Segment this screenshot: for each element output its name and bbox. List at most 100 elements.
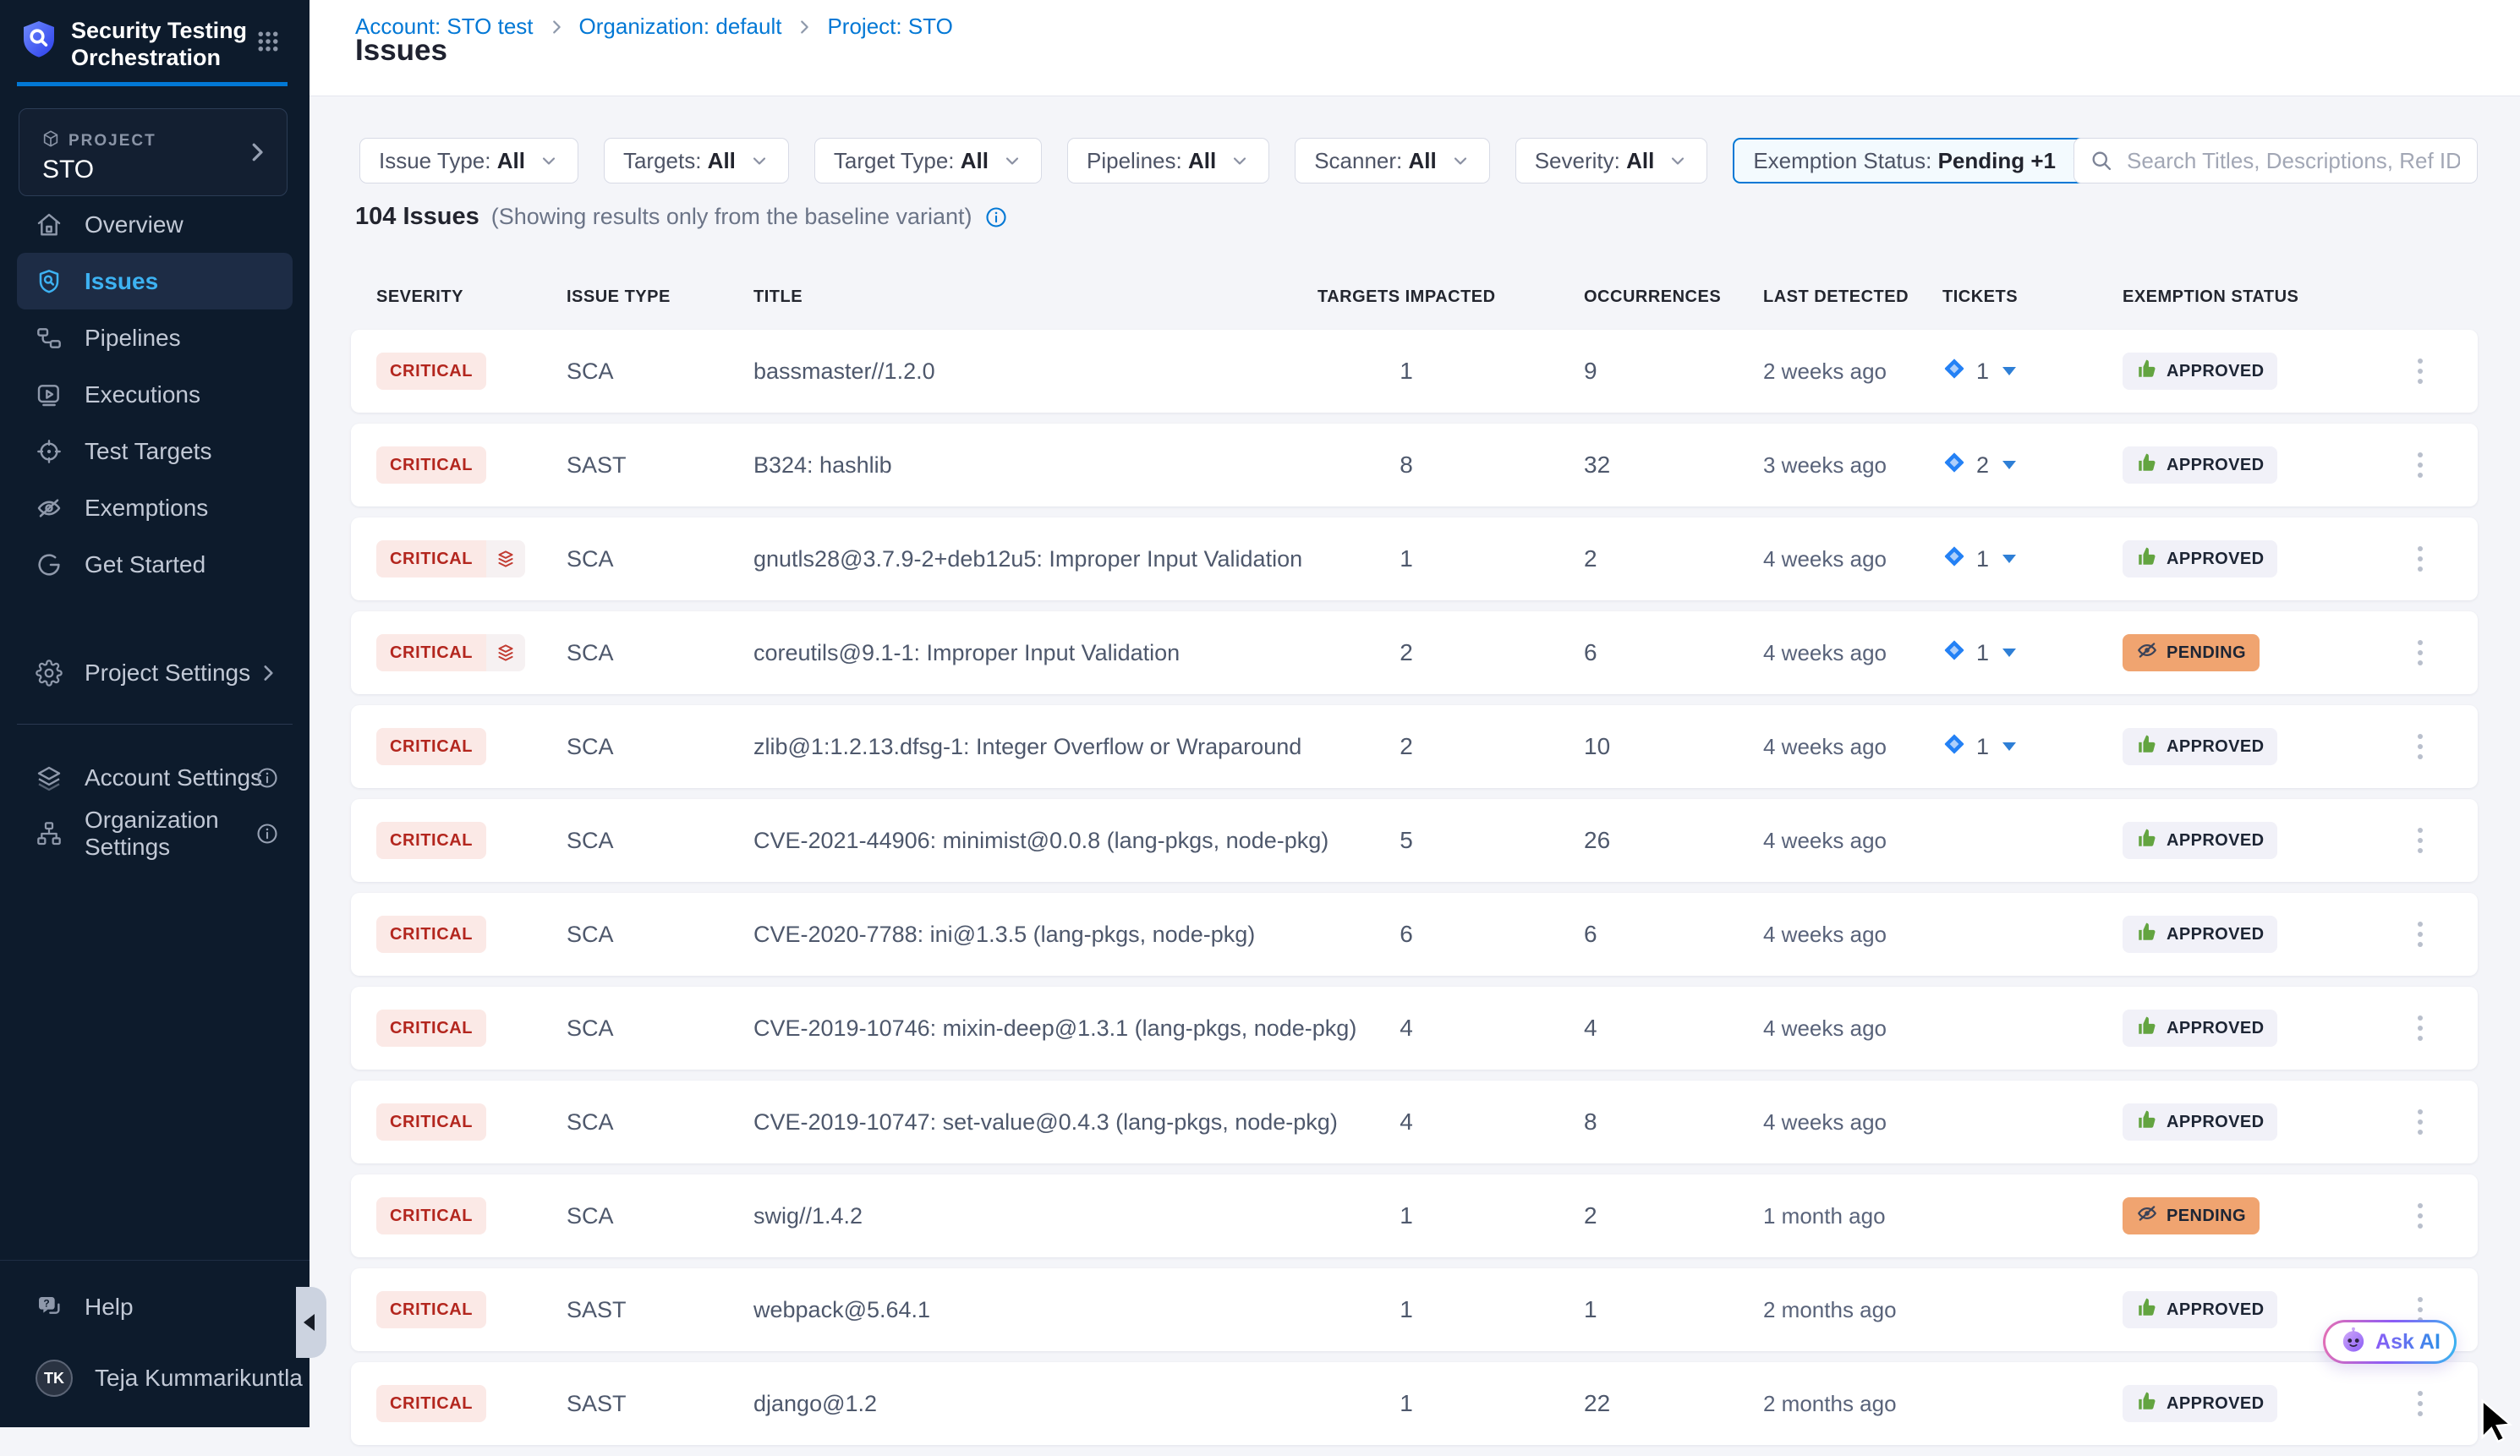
- table-row[interactable]: CRITICAL SCA CVE-2020-7788: ini@1.3.5 (l…: [351, 893, 2478, 976]
- sidebar-item-pipelines[interactable]: Pipelines: [0, 309, 310, 366]
- last-detected-cell: 2 weeks ago: [1763, 330, 1887, 413]
- ticket-dropdown-caret-icon[interactable]: [2002, 461, 2016, 469]
- row-menu-button[interactable]: [2402, 330, 2439, 413]
- shield-search-icon: [36, 268, 63, 295]
- severity-badge: CRITICAL: [376, 1010, 486, 1047]
- sidebar-item-exemptions[interactable]: Exemptions: [0, 479, 310, 536]
- filter-pipelines[interactable]: Pipelines: All: [1067, 138, 1269, 183]
- row-menu-button[interactable]: [2402, 987, 2439, 1070]
- targets-impacted-cell: 8: [1318, 424, 1495, 506]
- breadcrumb-link[interactable]: Organization: default: [579, 14, 782, 40]
- module-grid-icon[interactable]: [255, 29, 281, 58]
- row-menu-button[interactable]: [2402, 611, 2439, 694]
- row-menu-button[interactable]: [2402, 1081, 2439, 1163]
- filter-label: Targets: All: [623, 148, 736, 174]
- table-row[interactable]: CRITICAL SCA zlib@1:1.2.13.dfsg-1: Integ…: [351, 705, 2478, 788]
- breadcrumb-link[interactable]: Project: STO: [827, 14, 952, 40]
- issue-title-cell[interactable]: CVE-2020-7788: ini@1.3.5 (lang-pkgs, nod…: [753, 893, 1255, 976]
- ticket-dropdown-caret-icon[interactable]: [2002, 367, 2016, 375]
- filter-severity[interactable]: Severity: All: [1515, 138, 1708, 183]
- row-menu-button[interactable]: [2402, 799, 2439, 882]
- issue-type-cell: SCA: [567, 330, 614, 413]
- ticket-dropdown-caret-icon[interactable]: [2002, 555, 2016, 563]
- targets-impacted-cell: 4: [1318, 1081, 1495, 1163]
- last-detected-cell: 2 months ago: [1763, 1268, 1897, 1351]
- info-icon[interactable]: [984, 205, 1008, 229]
- ticket-dropdown-caret-icon[interactable]: [2002, 742, 2016, 751]
- sidebar-item-project-settings[interactable]: Project Settings: [0, 654, 310, 692]
- filter-target-type[interactable]: Target Type: All: [814, 138, 1042, 183]
- occurrences-cell: 2: [1584, 1174, 1597, 1257]
- tickets-cell[interactable]: 1: [1942, 611, 2016, 694]
- sidebar-item-account-settings[interactable]: Account Settings: [0, 759, 310, 796]
- table-row[interactable]: CRITICAL SCA CVE-2019-10746: mixin-deep@…: [351, 987, 2478, 1070]
- issue-title-cell[interactable]: gnutls28@3.7.9-2+deb12u5: Improper Input…: [753, 517, 1302, 600]
- issue-type-cell: SCA: [567, 705, 614, 788]
- exemption-status-label: APPROVED: [2167, 362, 2264, 381]
- exemption-status-badge: APPROVED: [2123, 1385, 2277, 1422]
- sidebar-item-help[interactable]: ? Help: [0, 1289, 310, 1326]
- sidebar-item-organization-settings[interactable]: Organization Settings: [0, 815, 310, 852]
- issue-title-cell[interactable]: CVE-2019-10747: set-value@0.4.3 (lang-pk…: [753, 1081, 1338, 1163]
- severity-label: CRITICAL: [376, 634, 486, 671]
- filter-targets[interactable]: Targets: All: [604, 138, 789, 183]
- sidebar-item-executions[interactable]: Executions: [0, 366, 310, 423]
- filter-label: Scanner: All: [1314, 148, 1437, 174]
- table-row[interactable]: CRITICAL SCA swig//1.4.2 1 2 1 month ago…: [351, 1174, 2478, 1257]
- issue-title-cell[interactable]: coreutils@9.1-1: Improper Input Validati…: [753, 611, 1180, 694]
- filter-issue-type[interactable]: Issue Type: All: [359, 138, 578, 183]
- project-selector[interactable]: PROJECT STO: [19, 108, 288, 196]
- table-row[interactable]: CRITICAL SAST webpack@5.64.1 1 1 2 month…: [351, 1268, 2478, 1351]
- row-menu-button[interactable]: [2402, 517, 2439, 600]
- ask-ai-button[interactable]: Ask AI: [2323, 1320, 2457, 1364]
- ticket-dropdown-caret-icon[interactable]: [2002, 649, 2016, 657]
- table-row[interactable]: CRITICAL SCA CVE-2021-44906: minimist@0.…: [351, 799, 2478, 882]
- ticket-count: 1: [1976, 359, 1989, 385]
- home-icon: [36, 211, 63, 238]
- issue-title-cell[interactable]: B324: hashlib: [753, 424, 892, 506]
- severity-badge: CRITICAL: [376, 1197, 486, 1234]
- row-menu-button[interactable]: [2402, 424, 2439, 506]
- filter-scanner[interactable]: Scanner: All: [1295, 138, 1490, 183]
- info-icon[interactable]: [255, 822, 279, 846]
- sidebar-item-get-started[interactable]: Get Started: [0, 536, 310, 593]
- tickets-cell[interactable]: 2: [1942, 424, 2016, 506]
- sidebar-divider: [17, 724, 293, 725]
- search-input[interactable]: [2125, 147, 2462, 175]
- issue-title-cell[interactable]: swig//1.4.2: [753, 1174, 863, 1257]
- help-label: Help: [85, 1294, 134, 1321]
- tickets-cell[interactable]: 1: [1942, 705, 2016, 788]
- row-menu-button[interactable]: [2402, 705, 2439, 788]
- tickets-cell[interactable]: 1: [1942, 517, 2016, 600]
- sidebar-item-issues[interactable]: Issues: [17, 253, 293, 309]
- severity-badge: CRITICAL: [376, 822, 486, 859]
- row-menu-button[interactable]: [2402, 1174, 2439, 1257]
- issue-title-cell[interactable]: bassmaster//1.2.0: [753, 330, 935, 413]
- table-row[interactable]: CRITICAL SAST django@1.2 1 22 2 months a…: [351, 1362, 2478, 1445]
- issue-title-cell[interactable]: webpack@5.64.1: [753, 1268, 930, 1351]
- table-row[interactable]: CRITICAL SAST B324: hashlib 8 32 3 weeks…: [351, 424, 2478, 506]
- sidebar-item-overview[interactable]: Overview: [0, 196, 310, 253]
- row-menu-button[interactable]: [2402, 1362, 2439, 1445]
- table-row[interactable]: CRITICAL SCA bassmaster//1.2.0 1 9 2 wee…: [351, 330, 2478, 413]
- target-icon: [36, 438, 63, 465]
- issue-title-cell[interactable]: CVE-2019-10746: mixin-deep@1.3.1 (lang-p…: [753, 987, 1356, 1070]
- ticket-count: 1: [1976, 640, 1989, 666]
- filter-exemption-status[interactable]: Exemption Status: Pending +1: [1733, 138, 2110, 183]
- issue-title-cell[interactable]: CVE-2021-44906: minimist@0.0.8 (lang-pkg…: [753, 799, 1328, 882]
- issue-title-cell[interactable]: zlib@1:1.2.13.dfsg-1: Integer Overflow o…: [753, 705, 1301, 788]
- tickets-cell[interactable]: 1: [1942, 330, 2016, 413]
- table-row[interactable]: CRITICAL SCA coreutils@9.1-1: Improper I…: [351, 611, 2478, 694]
- filter-value: All: [497, 148, 525, 173]
- sidebar-collapse-handle[interactable]: [296, 1287, 326, 1358]
- issue-title-cell[interactable]: django@1.2: [753, 1362, 877, 1445]
- sidebar-item-test-targets[interactable]: Test Targets: [0, 423, 310, 479]
- exemption-status-badge: APPROVED: [2123, 353, 2277, 390]
- table-row[interactable]: CRITICAL SCA CVE-2019-10747: set-value@0…: [351, 1081, 2478, 1163]
- row-menu-button[interactable]: [2402, 893, 2439, 976]
- targets-impacted-cell: 5: [1318, 799, 1495, 882]
- table-row[interactable]: CRITICAL SCA gnutls28@3.7.9-2+deb12u5: I…: [351, 517, 2478, 600]
- issue-type-cell: SCA: [567, 987, 614, 1070]
- user-menu[interactable]: TK Teja Kummarikuntla: [0, 1360, 310, 1397]
- info-icon[interactable]: [255, 766, 279, 790]
